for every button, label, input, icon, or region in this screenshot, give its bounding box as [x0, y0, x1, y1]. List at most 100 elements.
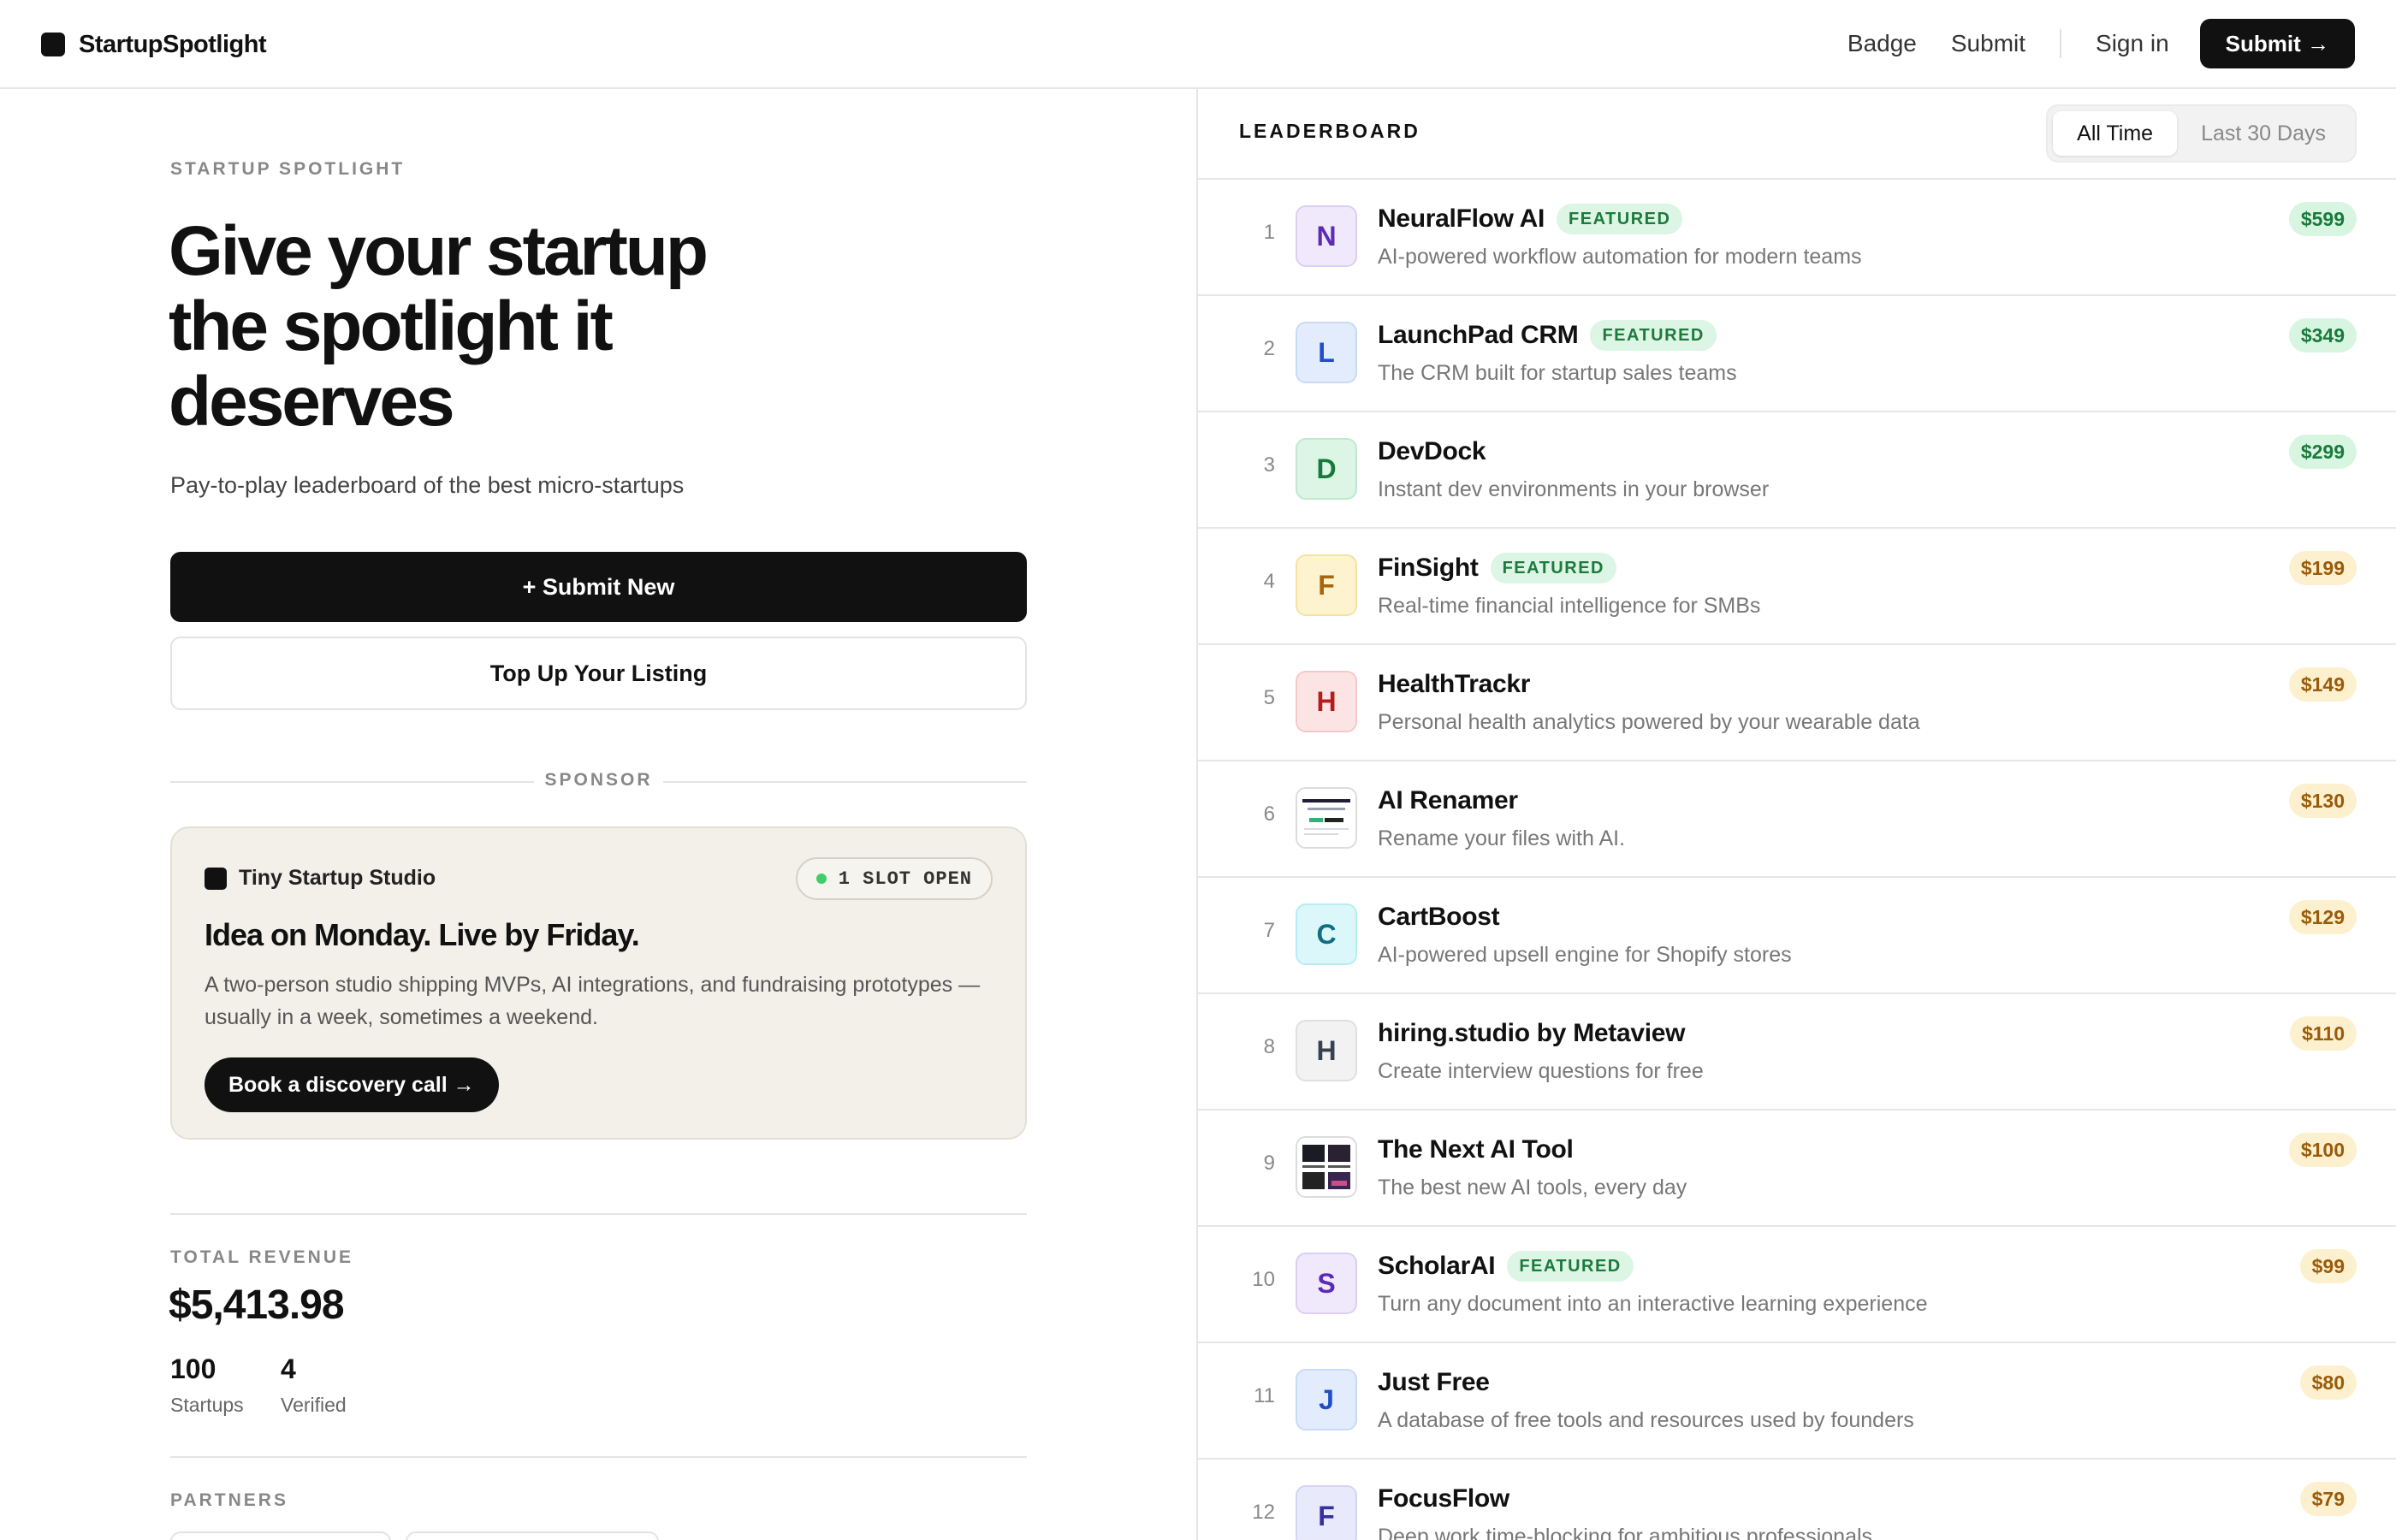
leaderboard-row[interactable]: 4 F FinSight FEATURED Real-time financial in… [1198, 529, 2396, 645]
verified-count: 4 [281, 1353, 296, 1384]
price-badge: $199 [2288, 551, 2357, 585]
startup-name-line: Just Free [1378, 1365, 1490, 1400]
leaderboard-row[interactable]: 2 L LaunchPad CRM FEATURED The CRM built for… [1198, 296, 2396, 412]
hero-subtitle: Pay-to-play leaderboard of the best micr… [170, 472, 685, 498]
tab-all-time[interactable]: All Time [2053, 111, 2178, 156]
nav-links: Badge Submit Sign in Submit → [1847, 19, 2355, 68]
leaderboard-row[interactable]: 3 D DevDock Instant dev environments in you… [1198, 412, 2396, 529]
rank-number: 8 [1263, 1035, 1275, 1058]
leaderboard-row[interactable]: 10 S ScholarAI FEATURED Turn any document in… [1198, 1227, 2396, 1343]
startup-name-line: NeuralFlow AI FEATURED [1378, 202, 1683, 236]
price-badge: $349 [2288, 318, 2357, 352]
slot-status-text: 1 SLOT OPEN [838, 868, 972, 890]
startup-name[interactable]: NeuralFlow AI [1378, 204, 1545, 234]
startup-description: AI-powered workflow automation for moder… [1378, 245, 1862, 269]
rank-number: 7 [1263, 919, 1275, 942]
rank-number: 9 [1263, 1152, 1275, 1175]
featured-badge: FEATURED [1490, 553, 1616, 583]
leaderboard-row[interactable]: 12 F FocusFlow Deep work time-blocking for … [1198, 1460, 2396, 1540]
avatar: F [1296, 554, 1357, 616]
startup-name[interactable]: LaunchPad CRM [1378, 321, 1579, 350]
startups-stat: 100 Startups [170, 1353, 244, 1417]
price-badge: $599 [2288, 202, 2357, 236]
top-up-listing-button[interactable]: Top Up Your Listing [170, 637, 1027, 710]
logo[interactable]: StartupSpotlight [41, 29, 267, 60]
logo-mark-icon [41, 33, 65, 56]
startup-name[interactable]: HealthTrackr [1378, 670, 1530, 699]
startup-name[interactable]: AI Renamer [1378, 786, 1518, 815]
startup-name[interactable]: hiring.studio by Metaview [1378, 1019, 1686, 1048]
price-badge: $130 [2288, 784, 2357, 818]
book-discovery-call-button[interactable]: Book a discovery call → [205, 1057, 499, 1112]
sponsor-logo-icon [205, 867, 227, 890]
startup-description: The CRM built for startup sales teams [1378, 361, 1737, 385]
tab-last-30-days[interactable]: Last 30 Days [2177, 111, 2350, 156]
startup-name[interactable]: DevDock [1378, 437, 1486, 466]
total-revenue-label: TOTAL REVENUE [170, 1247, 354, 1267]
startup-name-line: AI Renamer [1378, 784, 1518, 818]
startup-name[interactable]: Just Free [1378, 1368, 1490, 1397]
startup-name-line: ScholarAI FEATURED [1378, 1249, 1634, 1283]
leaderboard-row[interactable]: 9 The Next AI Tool The best new AI tools, … [1198, 1111, 2396, 1227]
startup-description: AI-powered upsell engine for Shopify sto… [1378, 943, 1792, 967]
leaderboard-row[interactable]: 11 J Just Free A database of free tools and… [1198, 1343, 2396, 1460]
leaderboard-row[interactable]: 5 H HealthTrackr Personal health analytics … [1198, 645, 2396, 761]
leaderboard-row[interactable]: 1 N NeuralFlow AI FEATURED AI-powered workfl… [1198, 180, 2396, 296]
startup-name-line: FocusFlow [1378, 1482, 1509, 1516]
sponsor-title: Idea on Monday. Live by Friday. [205, 917, 640, 952]
avatar: C [1296, 903, 1357, 965]
avatar: F [1296, 1485, 1357, 1540]
avatar: L [1296, 322, 1357, 383]
partner-chip[interactable] [406, 1531, 659, 1540]
partner-chip[interactable] [170, 1531, 391, 1540]
featured-badge: FEATURED [1557, 204, 1683, 234]
startup-description: Real-time financial intelligence for SMB… [1378, 594, 1761, 618]
verified-stat: 4 Verified [281, 1353, 347, 1417]
price-badge: $80 [2299, 1365, 2357, 1400]
featured-badge: FEATURED [1590, 320, 1717, 351]
avatar: H [1296, 1020, 1357, 1081]
startup-name[interactable]: ScholarAI [1378, 1252, 1496, 1281]
ai-renamer-thumbnail [1296, 787, 1357, 849]
avatar: J [1296, 1369, 1357, 1430]
startup-name[interactable]: The Next AI Tool [1378, 1135, 1574, 1164]
hero-title: Give your startup the spotlight it deser… [169, 212, 709, 441]
startup-description: Turn any document into an interactive le… [1378, 1292, 1928, 1316]
avatar: S [1296, 1253, 1357, 1314]
verified-label: Verified [281, 1394, 347, 1416]
startup-description: Create interview questions for free [1378, 1059, 1704, 1083]
divider [170, 1456, 1027, 1458]
nav-link-badge[interactable]: Badge [1847, 30, 1917, 57]
leaderboard-row[interactable]: 6 AI Renamer Rename your files with AI. $13… [1198, 761, 2396, 878]
price-badge: $99 [2299, 1249, 2357, 1283]
rank-number: 6 [1263, 803, 1275, 826]
leaderboard-row[interactable]: 8 Hhiring.studio by Metaview Create interv… [1198, 994, 2396, 1111]
startup-name[interactable]: CartBoost [1378, 903, 1500, 932]
price-badge: $110 [2290, 1016, 2357, 1051]
avatar: D [1296, 438, 1357, 500]
rank-number: 3 [1263, 453, 1275, 477]
nav-divider [2060, 29, 2062, 58]
rank-number: 2 [1263, 337, 1275, 360]
nav-link-submit[interactable]: Submit [1951, 30, 2025, 57]
startup-name-line: The Next AI Tool [1378, 1133, 1574, 1167]
avatar: N [1296, 205, 1357, 267]
submit-cta-button[interactable]: Submit → [2199, 19, 2355, 68]
sponsor-section-label: SPONSOR [544, 770, 653, 790]
startup-description: Deep work time-blocking for ambitious pr… [1378, 1525, 1873, 1540]
startup-name-line: FinSight FEATURED [1378, 551, 1616, 585]
leaderboard-list: 1 N NeuralFlow AI FEATURED AI-powered workfl… [1198, 180, 2396, 1540]
sign-in-link[interactable]: Sign in [2096, 30, 2169, 57]
submit-new-button[interactable]: + Submit New [170, 552, 1027, 622]
rank-number: 1 [1263, 221, 1275, 244]
startups-count: 100 [170, 1353, 216, 1384]
slot-status-badge: 1 SLOT OPEN [795, 857, 993, 900]
leaderboard-row[interactable]: 7 C CartBoost AI-powered upsell engine for … [1198, 878, 2396, 994]
startup-name[interactable]: FinSight [1378, 554, 1479, 583]
startup-name[interactable]: FocusFlow [1378, 1484, 1509, 1513]
startups-label: Startups [170, 1394, 244, 1416]
avatar: H [1296, 671, 1357, 732]
startup-name-line: LaunchPad CRM FEATURED [1378, 318, 1717, 352]
leaderboard-panel: LEADERBOARD All Time Last 30 Days 1 N Neur… [1196, 89, 2396, 1540]
status-dot-icon [815, 874, 827, 884]
